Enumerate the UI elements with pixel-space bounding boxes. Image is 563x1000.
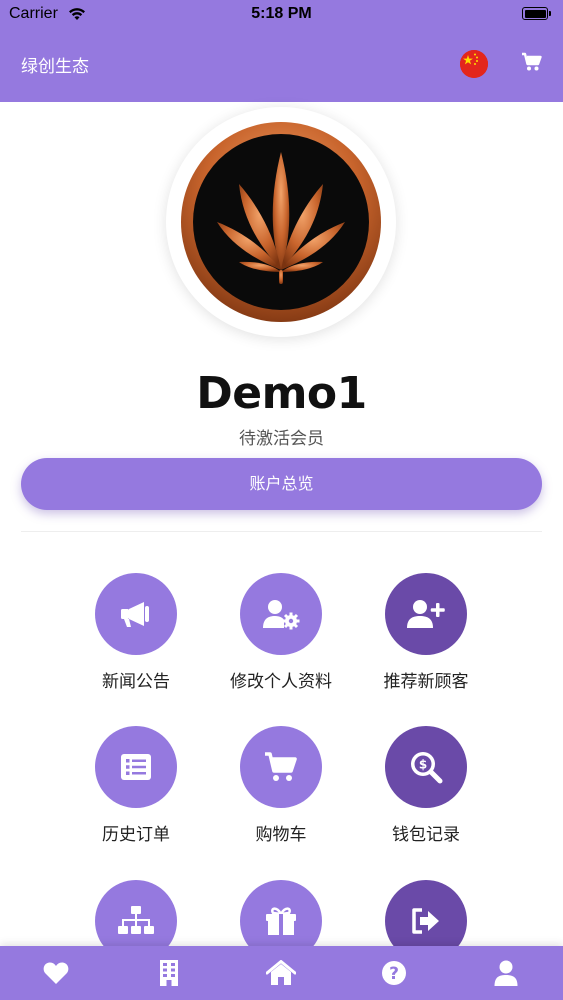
add-user-icon bbox=[385, 573, 467, 655]
menu-label: 历史订单 bbox=[102, 825, 170, 845]
question-icon: ? bbox=[382, 961, 406, 985]
svg-text:?: ? bbox=[389, 964, 399, 984]
heart-icon bbox=[43, 962, 69, 984]
cart-icon[interactable] bbox=[521, 52, 543, 76]
menu-label: 购物车 bbox=[255, 825, 307, 845]
app-title: 绿创生态 bbox=[21, 57, 89, 77]
china-flag-icon[interactable] bbox=[460, 50, 488, 78]
tab-help[interactable]: ? bbox=[364, 946, 424, 1000]
menu-item-order-history[interactable]: 历史订单 bbox=[61, 726, 211, 845]
battery-icon bbox=[522, 7, 551, 20]
member-status: 待激活会员 bbox=[239, 429, 324, 449]
menu-item-refer-customer[interactable]: 推荐新顾客 bbox=[351, 573, 501, 692]
tab-company[interactable] bbox=[139, 946, 199, 1000]
menu-item-shopping-cart[interactable]: 购物车 bbox=[206, 726, 356, 845]
tab-bar: ? bbox=[0, 946, 563, 1000]
cart-icon bbox=[240, 726, 322, 808]
status-bar: Carrier 5:18 PM bbox=[0, 0, 563, 30]
menu-item-news[interactable]: 新闻公告 bbox=[61, 573, 211, 692]
tab-home[interactable] bbox=[251, 946, 311, 1000]
menu-label: 钱包记录 bbox=[392, 825, 460, 845]
account-overview-button[interactable]: 账户总览 bbox=[21, 458, 542, 510]
username: Demo1 bbox=[196, 368, 367, 419]
user-icon bbox=[494, 960, 518, 986]
tab-favorites[interactable] bbox=[26, 946, 86, 1000]
menu-label: 修改个人资料 bbox=[230, 672, 332, 692]
home-icon bbox=[266, 960, 296, 985]
list-icon bbox=[95, 726, 177, 808]
leaf-logo-icon bbox=[181, 122, 381, 322]
menu-item-edit-profile[interactable]: 修改个人资料 bbox=[206, 573, 356, 692]
avatar[interactable] bbox=[166, 107, 396, 337]
app-header: 绿创生态 bbox=[0, 30, 563, 102]
menu-label: 新闻公告 bbox=[102, 672, 170, 692]
divider bbox=[21, 531, 542, 532]
svg-text:$: $ bbox=[419, 758, 427, 772]
tab-profile[interactable] bbox=[476, 946, 536, 1000]
user-settings-icon bbox=[240, 573, 322, 655]
building-icon bbox=[160, 960, 178, 986]
menu-item-wallet-records[interactable]: $ 钱包记录 bbox=[351, 726, 501, 845]
menu-label: 推荐新顾客 bbox=[383, 672, 469, 692]
clock: 5:18 PM bbox=[251, 5, 312, 22]
megaphone-icon bbox=[95, 573, 177, 655]
search-dollar-icon: $ bbox=[385, 726, 467, 808]
